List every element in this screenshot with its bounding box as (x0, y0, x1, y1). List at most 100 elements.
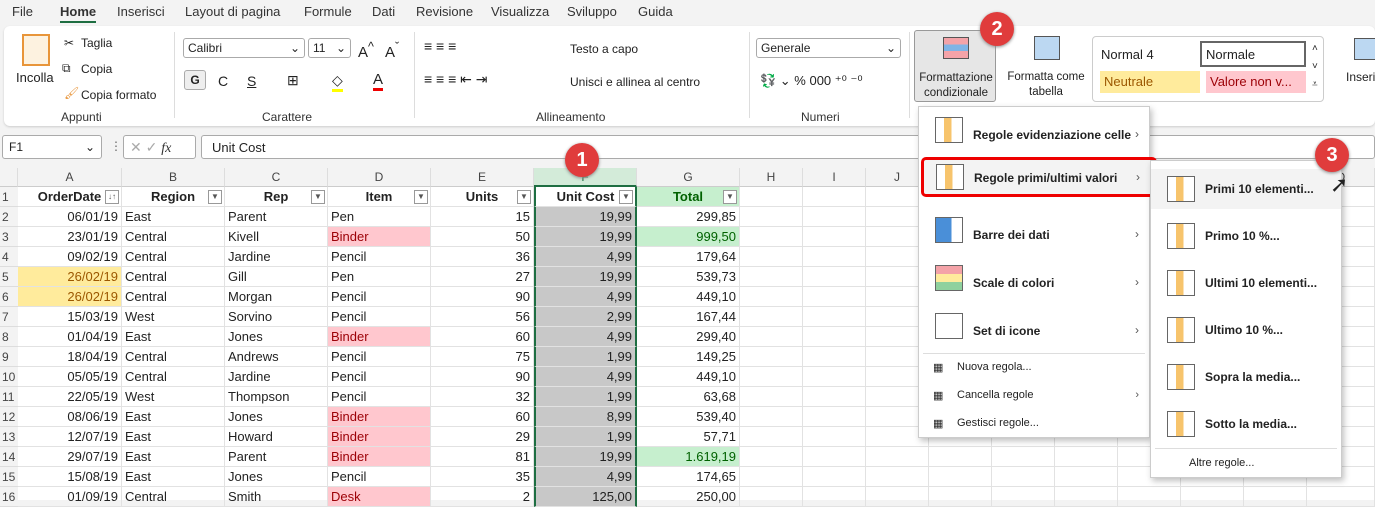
cell-E5[interactable]: 27 (431, 267, 534, 287)
cell-E10[interactable]: 90 (431, 367, 534, 387)
cell-B15[interactable]: East (122, 467, 225, 487)
cell-H6[interactable] (740, 287, 803, 307)
cell-D11[interactable]: Pencil (328, 387, 431, 407)
menu-item-top-bottom-rules[interactable]: Regole primi/ultimi valori › (921, 157, 1157, 197)
tab-formulas[interactable]: Formule (304, 4, 352, 19)
cell-C14[interactable]: Parent (225, 447, 328, 467)
fill-color-icon[interactable]: ◇ (332, 72, 343, 92)
cell-A14[interactable]: 29/07/19 (18, 447, 122, 467)
cell-J15[interactable] (866, 467, 929, 487)
menu-item-new-rule[interactable]: ▦ Nuova regola... (919, 361, 1149, 381)
enter-icon[interactable]: ✓ (146, 139, 158, 155)
cell-I6[interactable] (803, 287, 866, 307)
italic-button[interactable]: C (218, 73, 228, 89)
column-header-C[interactable]: C (225, 168, 328, 187)
cell-A4[interactable]: 09/02/19 (18, 247, 122, 267)
cell-H7[interactable] (740, 307, 803, 327)
decrease-font-icon[interactable]: Aˇ (385, 40, 399, 61)
cell-L16[interactable] (992, 487, 1055, 507)
cell-C16[interactable]: Smith (225, 487, 328, 507)
cell-L14[interactable] (992, 447, 1055, 467)
menu-item-highlight-rules[interactable]: Regole evidenziazione celle › (919, 117, 1149, 153)
insert-button[interactable]: Inserisci (1346, 70, 1375, 84)
menu-item-manage-rules[interactable]: ▦ Gestisci regole... (919, 417, 1149, 437)
cell-E6[interactable]: 90 (431, 287, 534, 307)
cell-G2[interactable]: 299,85 (637, 207, 740, 227)
sort-filter-icon[interactable]: ↓↑ (105, 190, 119, 204)
cell-E11[interactable]: 32 (431, 387, 534, 407)
cell-G12[interactable]: 539,40 (637, 407, 740, 427)
cell-I14[interactable] (803, 447, 866, 467)
row-header-9[interactable]: 9 (0, 347, 18, 367)
cell-B3[interactable]: Central (122, 227, 225, 247)
column-header-D[interactable]: D (328, 168, 431, 187)
style-normal4[interactable]: Normal 4 (1101, 47, 1154, 62)
cell-D15[interactable]: Pencil (328, 467, 431, 487)
cell-I4[interactable] (803, 247, 866, 267)
cell-A13[interactable]: 12/07/19 (18, 427, 122, 447)
cell-G10[interactable]: 449,10 (637, 367, 740, 387)
formula-input[interactable]: Unit Cost (201, 135, 1375, 159)
cell-G6[interactable]: 449,10 (637, 287, 740, 307)
cell-A16[interactable]: 01/09/19 (18, 487, 122, 507)
cell-D8[interactable]: Binder (328, 327, 431, 347)
row-header-14[interactable]: 14 (0, 447, 18, 467)
select-all-corner[interactable] (0, 168, 18, 187)
submenu-item-5[interactable]: Sopra la media... (1151, 357, 1341, 397)
cell-G16[interactable]: 250,00 (637, 487, 740, 507)
cell-H3[interactable] (740, 227, 803, 247)
cell-D7[interactable]: Pencil (328, 307, 431, 327)
filter-dropdown-icon[interactable]: ▼ (208, 190, 222, 204)
column-header-G[interactable]: G (637, 168, 740, 187)
paste-button[interactable]: Incolla (16, 70, 54, 85)
cell-F2[interactable]: 19,99 (534, 207, 637, 227)
cell-I12[interactable] (803, 407, 866, 427)
cell-H13[interactable] (740, 427, 803, 447)
cell-E15[interactable]: 35 (431, 467, 534, 487)
cell-K15[interactable] (929, 467, 992, 487)
cell-Q16[interactable] (1307, 487, 1375, 507)
header-cell-region[interactable]: Region ▼ (122, 187, 225, 207)
row-header-11[interactable]: 11 (0, 387, 18, 407)
style-invalid[interactable]: Valore non v... (1206, 71, 1306, 93)
submenu-item-2[interactable]: Primo 10 %... (1151, 216, 1341, 256)
cell-D6[interactable]: Pencil (328, 287, 431, 307)
cell-D9[interactable]: Pencil (328, 347, 431, 367)
tab-insert[interactable]: Inserisci (117, 4, 165, 19)
cell-B16[interactable]: Central (122, 487, 225, 507)
cell-K14[interactable] (929, 447, 992, 467)
cell-A11[interactable]: 22/05/19 (18, 387, 122, 407)
format-as-table-button[interactable]: Formatta come tabella (1002, 70, 1090, 100)
column-header-B[interactable]: B (122, 168, 225, 187)
cell-J16[interactable] (866, 487, 929, 507)
cell-D2[interactable]: Pen (328, 207, 431, 227)
cell-M15[interactable] (1055, 467, 1118, 487)
align-left-icon[interactable]: ≡ ≡ ≡ ⇤ ⇥ (424, 71, 488, 88)
cancel-icon[interactable]: ✕ (130, 139, 142, 155)
cell-H2[interactable] (740, 207, 803, 227)
row-header-6[interactable]: 6 (0, 287, 18, 307)
underline-button[interactable]: S (247, 73, 256, 89)
cell-C12[interactable]: Jones (225, 407, 328, 427)
submenu-item-3[interactable]: Ultimi 10 elementi... (1151, 263, 1341, 303)
column-header-I[interactable]: I (803, 168, 866, 187)
column-header-H[interactable]: H (740, 168, 803, 187)
row-header-15[interactable]: 15 (0, 467, 18, 487)
submenu-item-1[interactable]: Primi 10 elementi... (1151, 169, 1341, 209)
cell-F16[interactable]: 125,00 (534, 487, 637, 507)
cell-C15[interactable]: Jones (225, 467, 328, 487)
row-header-13[interactable]: 13 (0, 427, 18, 447)
tab-data[interactable]: Dati (372, 4, 395, 19)
header-cell-item[interactable]: Item ▼ (328, 187, 431, 207)
menu-item-clear-rules[interactable]: ▦ Cancella regole › (919, 389, 1149, 409)
cell-E8[interactable]: 60 (431, 327, 534, 347)
cell-G14[interactable]: 1.619,19 (637, 447, 740, 467)
cell-F10[interactable]: 4,99 (534, 367, 637, 387)
cell-H11[interactable] (740, 387, 803, 407)
cell-C3[interactable]: Kivell (225, 227, 328, 247)
filter-dropdown-icon[interactable]: ▼ (311, 190, 325, 204)
filter-dropdown-icon[interactable]: ▼ (517, 190, 531, 204)
style-normale[interactable]: Normale (1200, 41, 1306, 67)
cell-F3[interactable]: 19,99 (534, 227, 637, 247)
cell-D10[interactable]: Pencil (328, 367, 431, 387)
